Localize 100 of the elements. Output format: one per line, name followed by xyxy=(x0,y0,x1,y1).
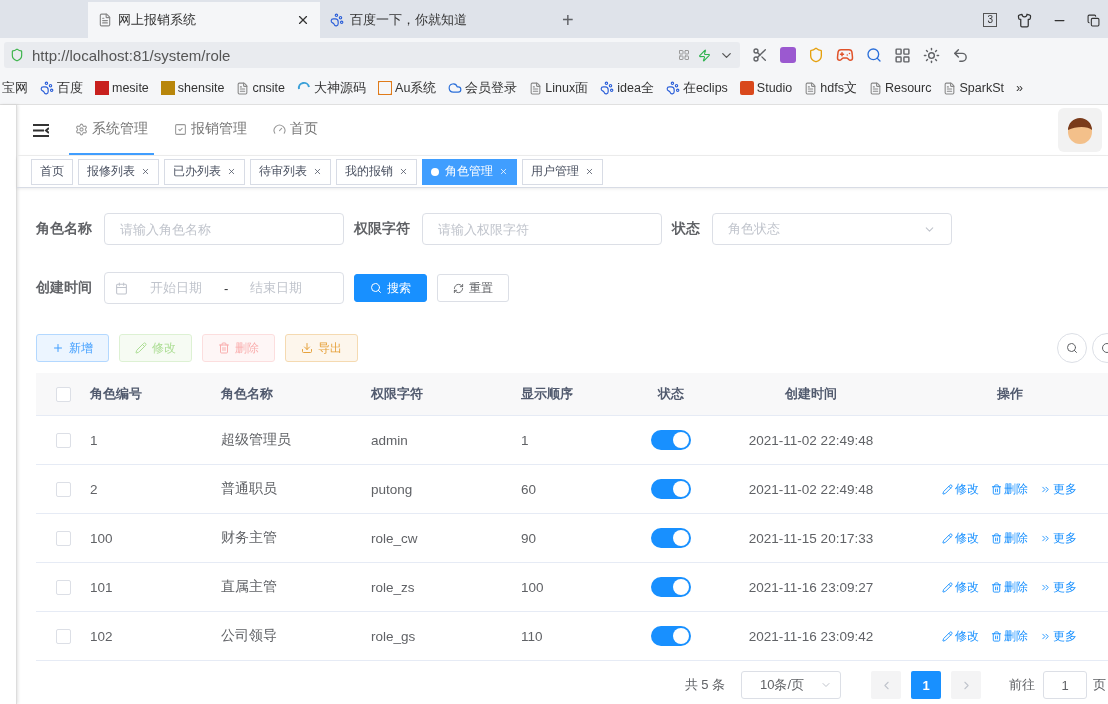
pencil-icon xyxy=(942,483,953,495)
goto-page-field[interactable]: 1 xyxy=(1043,671,1087,699)
table-cell: putong xyxy=(371,481,413,497)
more-bookmarks-button[interactable]: » xyxy=(1015,81,1023,95)
status-switch[interactable] xyxy=(651,528,691,548)
bookmark-link[interactable]: 会员登录 xyxy=(448,79,518,97)
status-switch[interactable] xyxy=(651,479,691,499)
square-icon xyxy=(160,81,175,95)
address-bar[interactable]: http://localhost:81/system/role xyxy=(4,42,740,68)
page-tag[interactable]: 用户管理 xyxy=(522,158,603,185)
page-tag[interactable]: 首页 xyxy=(31,158,73,185)
bookmark-link[interactable]: 百度 xyxy=(40,79,83,97)
gamepad-icon[interactable] xyxy=(836,46,854,64)
close-icon[interactable] xyxy=(296,13,310,27)
download-icon xyxy=(301,342,313,354)
field-label: 权限字符 xyxy=(354,220,411,238)
scissors-icon[interactable] xyxy=(752,47,768,63)
nav-tab[interactable]: 首页 xyxy=(267,105,324,155)
shirt-icon[interactable] xyxy=(1017,12,1032,28)
bookmark-link[interactable]: 大神源码 xyxy=(297,79,367,97)
nav-tab[interactable]: 报销管理 xyxy=(168,105,253,155)
reset-button[interactable]: 重置 xyxy=(437,274,509,302)
page-size-select[interactable]: 10条/页 xyxy=(741,671,841,699)
browser-tab[interactable]: 百度一下，你就知道 xyxy=(320,2,552,38)
lightning-icon[interactable] xyxy=(698,48,711,62)
bookmark-link[interactable]: 宝网 xyxy=(2,79,28,97)
page-tag[interactable]: 已办列表 xyxy=(164,158,245,185)
paw-icon xyxy=(665,81,680,95)
gauge-icon xyxy=(273,122,286,136)
row-checkbox[interactable] xyxy=(55,530,71,546)
paw-icon xyxy=(600,81,615,95)
search-icon xyxy=(1066,342,1078,354)
page-icon xyxy=(529,81,543,95)
menu-icon[interactable] xyxy=(33,123,49,137)
table-cell: 90 xyxy=(521,530,537,546)
column-header: 显示顺序 xyxy=(521,385,573,403)
table-cell: admin xyxy=(371,432,408,448)
date-range-field[interactable]: 开始日期 - 结束日期 xyxy=(104,272,344,304)
page-tag[interactable]: 报修列表 xyxy=(78,158,159,185)
row-checkbox[interactable] xyxy=(55,481,71,497)
column-header: 操作 xyxy=(996,385,1023,403)
table-cell: 2021-11-16 23:09:27 xyxy=(748,579,874,595)
row-checkbox[interactable] xyxy=(55,628,71,644)
role-key-field[interactable]: 请输入权限字符 xyxy=(422,213,662,245)
goto-label: 前往 xyxy=(1009,676,1035,694)
tab-counter[interactable]: 3 xyxy=(983,13,997,27)
table-cell: role_zs xyxy=(371,579,415,595)
trash-icon xyxy=(218,342,230,354)
bookmark-link[interactable]: Resourc xyxy=(868,81,932,95)
role-name-field[interactable]: 请输入角色名称 xyxy=(104,213,344,245)
select-all-checkbox[interactable] xyxy=(55,386,71,402)
bookmark-link[interactable]: mesite xyxy=(95,81,149,95)
page-tag[interactable]: 我的报销 xyxy=(336,158,417,185)
total-count: 共 5 条 xyxy=(684,676,725,694)
bookmark-link[interactable]: 在eclips xyxy=(665,79,728,97)
new-tab-button[interactable]: + xyxy=(552,9,584,38)
status-switch[interactable] xyxy=(651,577,691,597)
pencil-icon xyxy=(942,630,953,642)
grid-icon[interactable] xyxy=(678,49,690,61)
table-cell: 100 xyxy=(521,579,544,595)
bookmark-link[interactable]: cnsite xyxy=(236,81,286,95)
bookmark-link[interactable]: Studio xyxy=(739,81,793,95)
shield-icon[interactable] xyxy=(808,47,824,63)
search-icon[interactable] xyxy=(866,47,882,63)
bookmark-link[interactable]: shensite xyxy=(160,81,225,95)
bookmark-link[interactable]: SparkSt xyxy=(943,81,1004,95)
status-switch[interactable] xyxy=(651,626,691,646)
avatar[interactable] xyxy=(1058,108,1102,152)
cloud-icon xyxy=(448,81,463,95)
search-icon xyxy=(370,282,382,294)
status-switch[interactable] xyxy=(651,430,691,450)
bookmark-link[interactable]: Au系统 xyxy=(378,79,437,97)
table-cell: 2 xyxy=(90,481,98,497)
column-header: 角色编号 xyxy=(90,385,142,403)
table-cell: 2021-11-02 22:49:48 xyxy=(748,481,874,497)
bookmark-link[interactable]: hdfs文 xyxy=(804,79,857,97)
table-cell: 普通职员 xyxy=(221,480,277,498)
table-cell: 100 xyxy=(90,530,113,546)
bookmark-link[interactable]: idea全 xyxy=(600,79,654,97)
sun-icon[interactable] xyxy=(923,46,940,64)
table-cell: 2021-11-02 22:49:48 xyxy=(748,432,874,448)
page-icon xyxy=(804,81,818,95)
undo-icon[interactable] xyxy=(952,46,969,64)
table-cell: 110 xyxy=(521,628,543,644)
page-tag[interactable]: 待审列表 xyxy=(250,158,331,185)
table-cell: 1 xyxy=(90,432,98,448)
paw-icon xyxy=(330,13,344,27)
trash-icon xyxy=(991,532,1002,544)
row-checkbox[interactable] xyxy=(55,432,71,448)
page-suffix: 页 xyxy=(1093,676,1106,694)
grid-icon[interactable] xyxy=(894,46,911,64)
nav-tab[interactable]: 系统管理 xyxy=(69,105,154,155)
trash-icon xyxy=(991,581,1002,593)
gear-icon xyxy=(75,122,88,136)
browser-tab[interactable]: 网上报销系统 xyxy=(88,2,320,38)
row-checkbox[interactable] xyxy=(55,579,71,595)
bookmark-link[interactable]: Linux面 xyxy=(529,79,589,97)
table-cell: role_cw xyxy=(371,530,418,546)
field-label: 状态 xyxy=(672,220,701,238)
restore-icon[interactable] xyxy=(1087,13,1100,27)
